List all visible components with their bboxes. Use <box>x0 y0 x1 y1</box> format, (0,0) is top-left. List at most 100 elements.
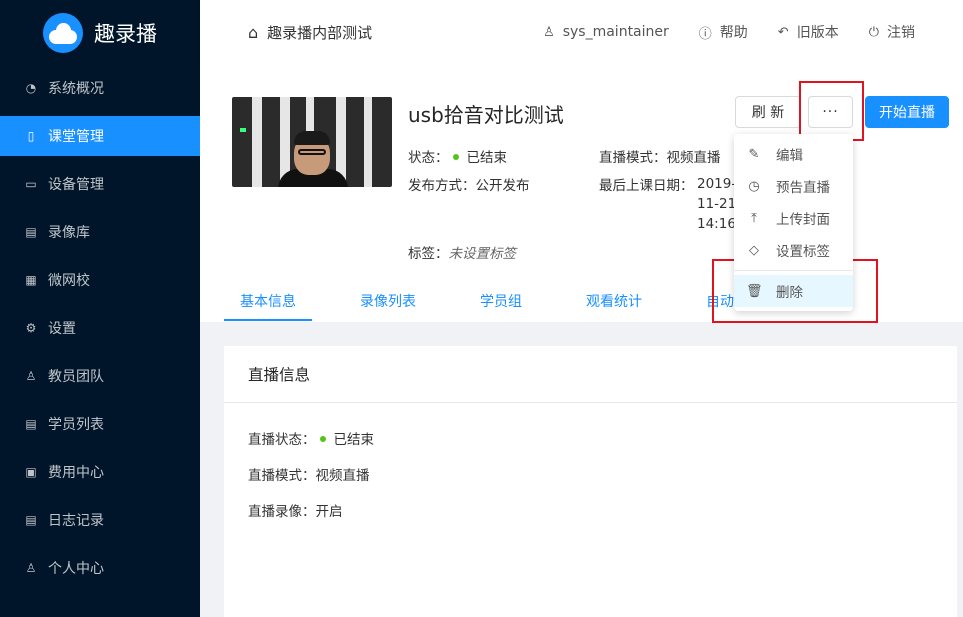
tags-label: 标签： <box>408 246 449 262</box>
menu-divider <box>734 270 853 271</box>
menu-item-set-tags[interactable]: ◇ 设置标签 <box>734 234 853 266</box>
clock-icon: ◷ <box>748 178 760 194</box>
menu-item-schedule[interactable]: ◷ 预告直播 <box>734 170 853 202</box>
more-actions-button[interactable]: ··· <box>808 96 853 128</box>
start-live-button[interactable]: 开始直播 <box>865 96 949 128</box>
menu-item-label: 编辑 <box>776 148 803 164</box>
sidebar-item-overview[interactable]: ◔ 系统概况 <box>0 68 200 108</box>
refresh-button[interactable]: 刷 新 <box>735 96 801 128</box>
sidebar-item-label: 教员团队 <box>48 369 104 385</box>
sidebar-item-students[interactable]: ▤ 学员列表 <box>0 404 200 444</box>
gear-icon: ⚙ <box>25 321 37 335</box>
edit-icon: ✎ <box>748 146 760 162</box>
menu-item-edit[interactable]: ✎ 编辑 <box>734 138 853 170</box>
publish-value: 公开发布 <box>475 178 530 194</box>
menu-item-delete[interactable]: 🗑 删除 <box>734 275 853 307</box>
row-label: 直播录像： <box>248 504 316 520</box>
row-value: 开启 <box>315 504 343 520</box>
sidebar-item-devices[interactable]: ▭ 设备管理 <box>0 164 200 204</box>
sidebar-item-team[interactable]: ♙ 教员团队 <box>0 356 200 396</box>
breadcrumb[interactable]: ⌂ 趣录播内部测试 <box>248 22 372 43</box>
sidebar-item-label: 系统概况 <box>48 81 104 97</box>
old-version-link[interactable]: ↶ 旧版本 <box>778 22 839 42</box>
help-label: 帮助 <box>719 25 748 41</box>
team-icon: ♙ <box>25 369 37 383</box>
tab-view-stats[interactable]: 观看统计 <box>570 280 658 322</box>
tags-value: 未设置标签 <box>448 246 517 262</box>
help-link[interactable]: ⓘ 帮助 <box>699 22 748 42</box>
sidebar-item-school[interactable]: ▦ 微网校 <box>0 260 200 300</box>
last-date-label: 最后上课日期： <box>599 178 694 194</box>
tab-student-groups[interactable]: 学员组 <box>464 280 538 322</box>
old-version-label: 旧版本 <box>796 25 839 41</box>
logo[interactable]: 趣录播 <box>0 0 200 66</box>
school-icon: ▦ <box>25 273 37 287</box>
menu-item-label: 上传封面 <box>776 212 830 228</box>
live-info-card: 直播信息 直播状态： 已结束 直播模式：视频直播 直播录像：开启 <box>224 346 957 617</box>
student-list-icon: ▤ <box>25 417 37 431</box>
detail-tabs: 基本信息 录像列表 学员组 观看统计 自动 <box>224 280 782 322</box>
menu-item-label: 删除 <box>776 285 803 301</box>
tab-basic-info[interactable]: 基本信息 <box>224 280 312 322</box>
status-field: 状态： 已结束 <box>408 146 507 166</box>
dashboard-icon: ◔ <box>25 81 37 95</box>
user-menu[interactable]: ♙ sys_maintainer <box>543 24 669 40</box>
sidebar-item-classroom[interactable]: ▯ 课堂管理 <box>0 116 200 156</box>
live-recording-row: 直播录像：开启 <box>248 500 343 520</box>
sidebar-item-label: 日志记录 <box>48 513 104 529</box>
cloud-logo-icon <box>43 13 83 53</box>
row-value: 已结束 <box>333 432 375 448</box>
home-icon: ⌂ <box>248 22 259 42</box>
last-date-value: 2019- 11-21 14:16 <box>697 174 736 234</box>
tags-field: 标签：未设置标签 <box>408 242 516 262</box>
row-label: 直播状态： <box>248 432 316 448</box>
status-dot <box>319 436 326 442</box>
sidebar-item-label: 费用中心 <box>48 465 104 481</box>
logout-link[interactable]: ⏻ 注销 <box>869 22 915 42</box>
sidebar-item-label: 设置 <box>48 321 76 337</box>
book-icon: ▯ <box>27 129 35 143</box>
course-cover-image <box>232 97 392 187</box>
menu-item-upload-cover[interactable]: ⤒ 上传封面 <box>734 202 853 234</box>
publish-field: 发布方式：公开发布 <box>408 174 530 194</box>
status-value: 已结束 <box>466 150 508 166</box>
top-header: ⌂ 趣录播内部测试 ♙ sys_maintainer ⓘ 帮助 ↶ 旧版本 ⏻ … <box>200 0 963 64</box>
sidebar-item-billing[interactable]: ▣ 费用中心 <box>0 452 200 492</box>
last-date-line: 14:16 <box>697 216 736 232</box>
sidebar-item-label: 微网校 <box>48 273 90 289</box>
log-icon: ▤ <box>25 513 37 527</box>
mode-label: 直播模式： <box>599 150 667 166</box>
upload-icon: ⤒ <box>751 210 757 226</box>
more-actions-dropdown: ✎ 编辑 ◷ 预告直播 ⤒ 上传封面 ◇ 设置标签 🗑 删除 <box>734 134 853 311</box>
return-icon: ↶ <box>777 24 789 40</box>
status-dot <box>452 154 459 160</box>
mode-value: 视频直播 <box>666 150 721 166</box>
sidebar-item-library[interactable]: ▤ 录像库 <box>0 212 200 252</box>
row-value: 视频直播 <box>315 468 370 484</box>
breadcrumb-label: 趣录播内部测试 <box>267 23 373 42</box>
library-icon: ▤ <box>25 225 37 239</box>
live-info-heading: 直播信息 <box>224 346 957 403</box>
sidebar-item-profile[interactable]: ♙ 个人中心 <box>0 548 200 588</box>
live-mode-row: 直播模式：视频直播 <box>248 464 370 484</box>
menu-item-label: 预告直播 <box>776 180 830 196</box>
menu-item-label: 设置标签 <box>776 244 830 260</box>
username: sys_maintainer <box>562 24 669 40</box>
billing-icon: ▣ <box>25 465 37 479</box>
sidebar-item-logs[interactable]: ▤ 日志记录 <box>0 500 200 540</box>
mode-field: 直播模式：视频直播 <box>599 146 721 166</box>
sidebar-item-settings[interactable]: ⚙ 设置 <box>0 308 200 348</box>
user-icon: ♙ <box>25 561 37 575</box>
logout-icon: ⏻ <box>868 24 879 40</box>
sidebar-item-label: 录像库 <box>48 225 90 241</box>
user-icon: ♙ <box>543 24 555 40</box>
row-label: 直播模式： <box>248 468 316 484</box>
live-status-row: 直播状态： 已结束 <box>248 428 374 448</box>
last-date-line: 2019- <box>697 176 737 192</box>
sidebar-item-label: 学员列表 <box>48 417 104 433</box>
sidebar-item-label: 课堂管理 <box>48 129 104 145</box>
tab-recordings[interactable]: 录像列表 <box>344 280 432 322</box>
logout-label: 注销 <box>887 25 915 41</box>
last-date-line: 11-21 <box>697 196 737 212</box>
sidebar-item-label: 设备管理 <box>48 177 104 193</box>
